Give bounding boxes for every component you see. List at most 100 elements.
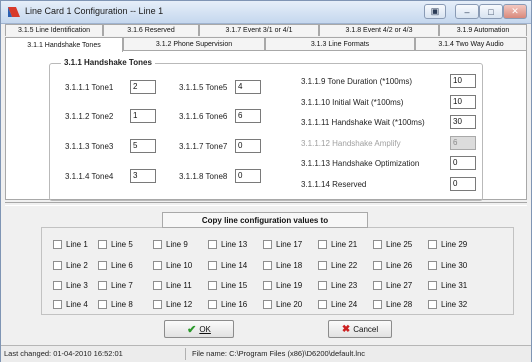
checkbox[interactable] bbox=[98, 281, 107, 290]
checkbox[interactable] bbox=[208, 300, 217, 309]
tone4-input[interactable]: 3 bbox=[130, 169, 156, 183]
checkbox[interactable] bbox=[53, 281, 62, 290]
checkbox[interactable] bbox=[263, 281, 272, 290]
initial-wait-input[interactable]: 10 bbox=[450, 95, 476, 109]
checkbox[interactable] bbox=[428, 261, 437, 270]
line-checkbox-item[interactable]: Line 32 bbox=[428, 300, 467, 309]
line-checkbox-item[interactable]: Line 20 bbox=[263, 300, 302, 309]
maximize-icon: □ bbox=[488, 6, 494, 17]
tab-event-4-2[interactable]: 3.1.8 Event 4/2 or 4/3 bbox=[319, 24, 439, 36]
checkbox[interactable] bbox=[98, 240, 107, 249]
checkbox[interactable] bbox=[428, 281, 437, 290]
tab-handshake-tones[interactable]: 3.1.1 Handshake Tones bbox=[5, 37, 123, 52]
cancel-button[interactable]: ✖ Cancel bbox=[328, 320, 392, 338]
tab-two-way-audio[interactable]: 3.1.4 Two Way Audio bbox=[415, 37, 527, 50]
checkbox[interactable] bbox=[98, 300, 107, 309]
checkbox[interactable] bbox=[153, 240, 162, 249]
line-checkbox-item[interactable]: Line 6 bbox=[98, 261, 133, 270]
checkbox[interactable] bbox=[53, 261, 62, 270]
line-checkbox-item[interactable]: Line 27 bbox=[373, 281, 412, 290]
checkbox[interactable] bbox=[263, 300, 272, 309]
tab-phone-supervision[interactable]: 3.1.2 Phone Supervision bbox=[123, 37, 265, 50]
line-checkbox-item[interactable]: Line 1 bbox=[53, 240, 88, 249]
line-checkbox-item[interactable]: Line 15 bbox=[208, 281, 247, 290]
configuration-window: Line Card 1 Configuration -- Line 1 ▣ – … bbox=[0, 0, 532, 362]
line-checkbox-item[interactable]: Line 4 bbox=[53, 300, 88, 309]
line-label: Line 26 bbox=[386, 261, 413, 270]
line-checkbox-item[interactable]: Line 24 bbox=[318, 300, 357, 309]
checkbox[interactable] bbox=[153, 281, 162, 290]
checkbox[interactable] bbox=[153, 261, 162, 270]
minimize-button[interactable]: – bbox=[455, 4, 479, 19]
line-checkbox-item[interactable]: Line 8 bbox=[98, 300, 133, 309]
tone2-input[interactable]: 1 bbox=[130, 109, 156, 123]
handshake-optimization-input[interactable]: 0 bbox=[450, 156, 476, 170]
checkbox[interactable] bbox=[53, 240, 62, 249]
tab-automation[interactable]: 3.1.9 Automation bbox=[439, 24, 527, 36]
line-checkbox-item[interactable]: Line 31 bbox=[428, 281, 467, 290]
line-checkbox-item[interactable]: Line 9 bbox=[153, 240, 188, 249]
checkbox[interactable] bbox=[53, 300, 62, 309]
checkbox[interactable] bbox=[153, 300, 162, 309]
maximize-button[interactable]: □ bbox=[479, 4, 503, 19]
checkbox[interactable] bbox=[428, 240, 437, 249]
line-checkbox-item[interactable]: Line 22 bbox=[318, 261, 357, 270]
close-button[interactable]: ✕ bbox=[503, 4, 527, 19]
line-label: Line 32 bbox=[441, 300, 468, 309]
line-checkbox-item[interactable]: Line 7 bbox=[98, 281, 133, 290]
tab-event-3-1[interactable]: 3.1.7 Event 3/1 or 4/1 bbox=[199, 24, 319, 36]
tone3-input[interactable]: 5 bbox=[130, 139, 156, 153]
line-checkbox-item[interactable]: Line 3 bbox=[53, 281, 88, 290]
line-checkbox-item[interactable]: Line 23 bbox=[318, 281, 357, 290]
line-checkbox-item[interactable]: Line 12 bbox=[153, 300, 192, 309]
checkbox[interactable] bbox=[373, 240, 382, 249]
handshake-wait-input[interactable]: 30 bbox=[450, 115, 476, 129]
line-checkbox-item[interactable]: Line 10 bbox=[153, 261, 192, 270]
line-checkbox-item[interactable]: Line 13 bbox=[208, 240, 247, 249]
tone8-input[interactable]: 0 bbox=[235, 169, 261, 183]
tone1-label: 3.1.1.1 Tone1 bbox=[65, 83, 114, 92]
line-checkbox-item[interactable]: Line 2 bbox=[53, 261, 88, 270]
line-checkbox-item[interactable]: Line 19 bbox=[263, 281, 302, 290]
checkbox[interactable] bbox=[98, 261, 107, 270]
checkbox[interactable] bbox=[263, 240, 272, 249]
checkbox[interactable] bbox=[318, 261, 327, 270]
line-checkbox-item[interactable]: Line 26 bbox=[373, 261, 412, 270]
context-help-button[interactable]: ▣ bbox=[424, 4, 446, 19]
tone1-input[interactable]: 2 bbox=[130, 80, 156, 94]
line-checkbox-item[interactable]: Line 21 bbox=[318, 240, 357, 249]
tone-duration-input[interactable]: 10 bbox=[450, 74, 476, 88]
line-checkbox-item[interactable]: Line 29 bbox=[428, 240, 467, 249]
checkbox[interactable] bbox=[373, 261, 382, 270]
checkbox[interactable] bbox=[208, 240, 217, 249]
line-label: Line 11 bbox=[166, 281, 192, 290]
line-checkbox-item[interactable]: Line 18 bbox=[263, 261, 302, 270]
checkbox[interactable] bbox=[208, 281, 217, 290]
line-checkbox-item[interactable]: Line 14 bbox=[208, 261, 247, 270]
tone6-input[interactable]: 6 bbox=[235, 109, 261, 123]
line-checkbox-item[interactable]: Line 17 bbox=[263, 240, 302, 249]
tab-line-formats[interactable]: 3.1.3 Line Formats bbox=[265, 37, 415, 50]
tone-duration-label: 3.1.1.9 Tone Duration (*100ms) bbox=[301, 77, 413, 86]
tab-line-identification[interactable]: 3.1.5 Line Identification bbox=[5, 24, 103, 36]
ok-button[interactable]: ✔ OK bbox=[164, 320, 234, 338]
tab-reserved[interactable]: 3.1.6 Reserved bbox=[103, 24, 199, 36]
checkbox[interactable] bbox=[318, 281, 327, 290]
tone5-input[interactable]: 4 bbox=[235, 80, 261, 94]
tone7-input[interactable]: 0 bbox=[235, 139, 261, 153]
checkbox[interactable] bbox=[318, 240, 327, 249]
reserved-input[interactable]: 0 bbox=[450, 177, 476, 191]
checkbox[interactable] bbox=[263, 261, 272, 270]
checkbox[interactable] bbox=[208, 261, 217, 270]
line-checkbox-item[interactable]: Line 5 bbox=[98, 240, 133, 249]
line-checkbox-item[interactable]: Line 25 bbox=[373, 240, 412, 249]
title-bar[interactable]: Line Card 1 Configuration -- Line 1 ▣ – … bbox=[1, 1, 531, 24]
line-checkbox-item[interactable]: Line 11 bbox=[153, 281, 192, 290]
line-checkbox-item[interactable]: Line 28 bbox=[373, 300, 412, 309]
line-checkbox-item[interactable]: Line 30 bbox=[428, 261, 467, 270]
checkbox[interactable] bbox=[428, 300, 437, 309]
checkbox[interactable] bbox=[373, 300, 382, 309]
checkbox[interactable] bbox=[373, 281, 382, 290]
line-checkbox-item[interactable]: Line 16 bbox=[208, 300, 247, 309]
checkbox[interactable] bbox=[318, 300, 327, 309]
